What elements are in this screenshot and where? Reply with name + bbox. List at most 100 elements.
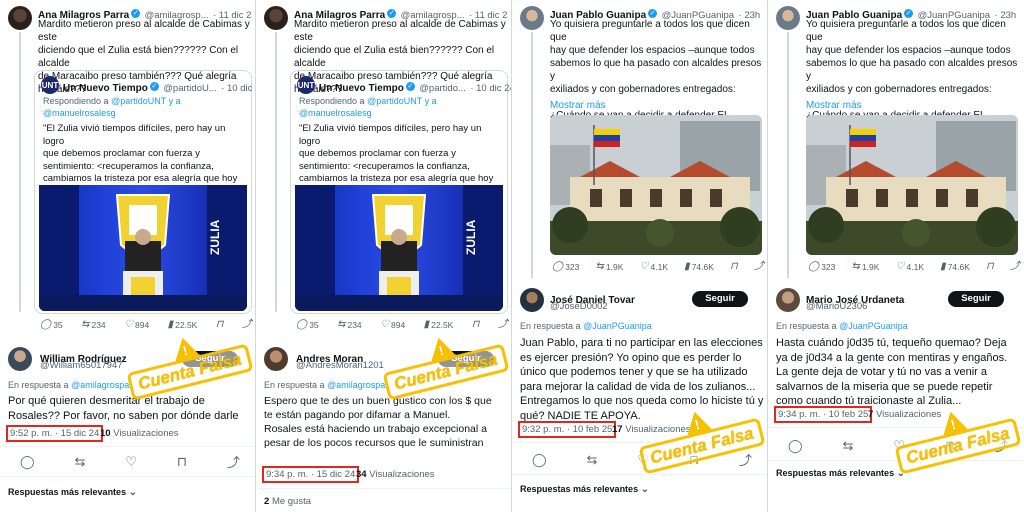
show-more-link[interactable]: Mostrar más <box>806 100 862 111</box>
avatar[interactable] <box>8 6 32 30</box>
divider <box>512 474 767 475</box>
verified-icon: ✓ <box>387 9 397 19</box>
views-stat[interactable]: ▮ 22.5K <box>167 319 198 331</box>
fake-account-stamp: Cuenta Falsa <box>126 334 254 401</box>
bookmark-button[interactable]: ⊓ <box>472 320 480 330</box>
reply-icon[interactable]: ◯ <box>788 438 803 454</box>
avatar: UNT <box>297 76 315 94</box>
follow-button[interactable]: Seguir <box>948 291 1004 307</box>
retweet-icon: ⇆ <box>337 319 346 330</box>
share-icon: ⤴ <box>1010 261 1020 272</box>
reply-text: Juan Pablo, para ti no participar en las… <box>520 337 764 422</box>
avatar[interactable] <box>264 347 288 371</box>
reply-timestamp[interactable]: 9:34 p. m. · 10 feb 25 <box>774 406 873 423</box>
avatar[interactable] <box>264 6 288 30</box>
tweet-panel-4: Juan Pablo Guanipa ✓ @JuanPGuanipa · 23h … <box>768 0 1024 512</box>
views-stat[interactable]: ▮ 74.6K <box>684 262 714 273</box>
tweet-image[interactable] <box>550 115 762 255</box>
share-icon[interactable]: ⤴ <box>227 452 240 471</box>
retweet-icon: ⇆ <box>851 261 860 272</box>
show-more-link[interactable]: Mostrar más <box>550 100 606 111</box>
tweet-image[interactable] <box>806 115 1018 255</box>
bookmark-icon: ⊓ <box>730 261 738 272</box>
share-icon[interactable]: ⤴ <box>739 450 752 469</box>
reply-icon[interactable]: ◯ <box>532 452 547 468</box>
verified-icon: ✓ <box>648 9 658 19</box>
quoted-tweet[interactable]: UNT Un Nuevo Tiempo ✓ @partido... · 10 di… <box>290 70 511 314</box>
share-button[interactable]: ⤴ <box>498 320 508 330</box>
reply-timestamp[interactable]: 9:34 p. m. · 15 dic 24 <box>262 466 360 483</box>
avatar[interactable] <box>520 6 544 30</box>
reply-to-link[interactable]: @JuanPGuanipa <box>839 321 908 331</box>
reply-to-prefix: Respondiendo a <box>299 96 365 106</box>
quote-image[interactable]: ZULIA <box>295 185 503 311</box>
share-button[interactable]: ⤴ <box>242 320 252 330</box>
tweet-stats: ◯ 35 ⇆ 234 ♡ 894 ▮ 22.5K ⊓ ⤴ <box>296 319 508 331</box>
reply-icon: ◯ <box>40 319 52 330</box>
reply-author-handle[interactable]: @AndresMoran1201 <box>296 360 384 371</box>
reply-stat[interactable]: ◯ 35 <box>296 320 319 331</box>
retweet-stat[interactable]: ⇆ 1.9K <box>596 262 624 273</box>
likes-count[interactable]: 2 Me gusta <box>264 496 311 507</box>
retweet-icon: ⇆ <box>81 319 90 330</box>
reply-icon[interactable]: ◯ <box>20 454 35 470</box>
avatar[interactable] <box>776 288 800 312</box>
bookmark-button[interactable]: ⊓ <box>986 262 994 272</box>
retweet-icon[interactable]: ⇆ <box>74 454 85 470</box>
like-stat[interactable]: ♡ 4.1K <box>895 261 924 273</box>
reply-text: Espero que te des un buen gustico con lo… <box>264 395 492 449</box>
reply-author-handle[interactable]: @JoseD0002 <box>550 301 608 312</box>
reply-text: Por qué quieren desmeritar el trabajo de… <box>8 395 239 422</box>
relevant-replies-dropdown[interactable]: Respuestas más relevantes ⌄ <box>8 487 137 498</box>
reply-author-handle[interactable]: @MarioU2306 <box>806 301 867 312</box>
reply-timestamp[interactable]: 9:32 p. m. · 10 feb 25 <box>518 421 617 438</box>
relevant-replies-dropdown[interactable]: Respuestas más relevantes ⌄ <box>776 468 905 479</box>
retweet-icon[interactable]: ⇆ <box>586 452 597 468</box>
like-icon[interactable]: ♡ <box>125 454 137 470</box>
avatar[interactable] <box>776 6 800 30</box>
like-stat[interactable]: ♡ 894 <box>380 319 405 331</box>
divider <box>0 446 255 447</box>
reply-stat[interactable]: ◯ 35 <box>40 319 63 331</box>
quote-image[interactable]: ZULIA <box>39 185 247 311</box>
views-stat[interactable]: ▮ 22.5K <box>424 320 454 331</box>
reply-to-link[interactable]: @amilagrospa <box>71 380 129 390</box>
bookmark-button[interactable]: ⊓ <box>216 320 224 330</box>
avatar[interactable] <box>520 288 544 312</box>
like-icon: ♡ <box>380 319 390 330</box>
quote-handle: @partido... <box>419 83 466 94</box>
like-stat[interactable]: ♡ 4.1K <box>640 262 668 273</box>
share-icon: ⤴ <box>241 319 252 330</box>
views-count: 17 <box>612 424 623 435</box>
tweet-stats: ◯ 35 ⇆ 234 ♡ 894 ▮ 22.5K ⊓ ⤴ <box>40 319 252 331</box>
reply-to-link[interactable]: @JuanPGuanipa <box>583 321 652 331</box>
bookmark-button[interactable]: ⊓ <box>730 262 738 272</box>
like-stat[interactable]: ♡ 894 <box>124 320 149 331</box>
like-icon: ♡ <box>895 261 905 272</box>
retweet-icon[interactable]: ⇆ <box>842 438 853 454</box>
relevant-replies-dropdown[interactable]: Respuestas más relevantes ⌄ <box>520 484 649 495</box>
reply-stat[interactable]: ◯ 323 <box>808 262 835 273</box>
reply-timestamp[interactable]: 9:52 p. m. · 15 dic 24 <box>6 425 104 442</box>
fake-account-stamp: Cuenta Falsa <box>894 408 1022 475</box>
reply-to-prefix: En respuesta a <box>8 380 69 390</box>
avatar[interactable] <box>8 347 32 371</box>
reply-views: 34 Visualizaciones <box>356 469 435 480</box>
divider <box>768 460 1024 461</box>
quote-author-name: Un Nuevo Tiempo <box>319 83 404 94</box>
reply-stat[interactable]: ◯ 323 <box>552 262 579 273</box>
retweet-stat[interactable]: ⇆ 234 <box>337 319 362 331</box>
reply-to-link[interactable]: @amilagrospa <box>327 380 385 390</box>
quoted-tweet[interactable]: UNT Un Nuevo Tiempo ✓ @partidoU... · 10 d… <box>34 70 255 314</box>
svg-text:ZULIA: ZULIA <box>208 219 222 255</box>
reply-author-handle[interactable]: @William65017947 <box>40 360 123 371</box>
share-button[interactable]: ⤴ <box>754 262 764 272</box>
share-button[interactable]: ⤴ <box>1010 262 1020 272</box>
chevron-down-icon: ⌄ <box>128 487 137 498</box>
views-icon: ▮ <box>167 319 174 330</box>
bookmark-icon[interactable]: ⊓ <box>177 454 187 470</box>
retweet-stat[interactable]: ⇆ 234 <box>81 319 106 331</box>
retweet-stat[interactable]: ⇆ 1.9K <box>851 261 880 273</box>
follow-button[interactable]: Seguir <box>692 291 748 307</box>
views-stat[interactable]: ▮ 74.6K <box>940 262 970 273</box>
